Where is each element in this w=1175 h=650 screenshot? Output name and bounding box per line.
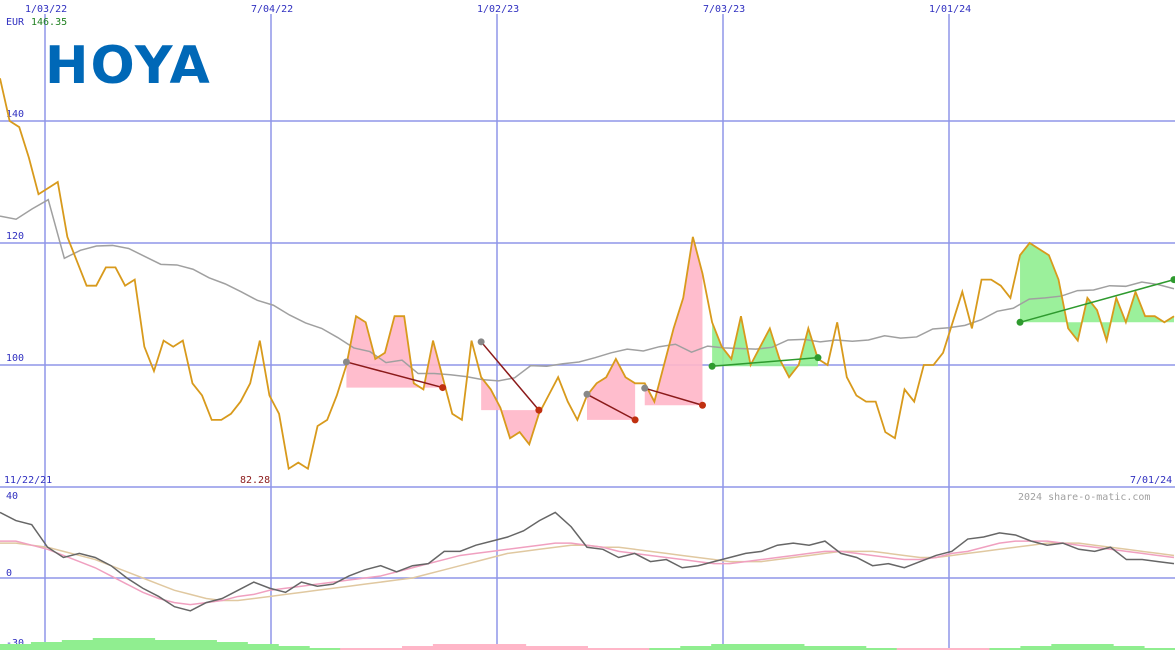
last-price-label: 146.35 (31, 17, 67, 28)
trend-fill-up (1020, 243, 1174, 341)
oscillator-line-0 (0, 511, 1175, 612)
date-tick-label: 1/01/24 (929, 4, 971, 15)
gridlines: 100120140400-301/03/22 7/04/22 1/02/23 7/03… (0, 4, 1175, 650)
copyright-label: 2024 share-o-matic.com (1018, 492, 1150, 503)
trend-end-marker (814, 354, 822, 362)
oscillator-bar (92, 638, 125, 650)
oscillator-bar (1113, 646, 1145, 650)
oscillator-bar (525, 646, 558, 650)
trend-fill-down (346, 316, 443, 390)
oscillator-bar (401, 646, 434, 650)
price-tick-label: 100 (6, 353, 24, 364)
date-tick-label: 7/03/23 (703, 4, 745, 15)
oscillator-panel (0, 511, 1175, 650)
oscillator-bar (185, 640, 217, 650)
trend-start-marker (708, 362, 716, 370)
oscillator-bar (463, 644, 496, 650)
trend-end-marker (439, 384, 447, 392)
oscillator-bar (278, 646, 310, 650)
hoya-logo: HOYA (45, 36, 212, 96)
trend-end-marker (698, 401, 706, 409)
oscillator-bar (61, 640, 94, 650)
oscillator-bar (1020, 646, 1052, 650)
date-tick-label: 1/03/22 (25, 4, 67, 15)
trend-end-marker (1170, 276, 1175, 284)
oscillator-bar (680, 646, 712, 650)
trend-fill-down (644, 236, 703, 406)
trend-fill-areas (346, 236, 1174, 445)
oscillator-bar (0, 644, 32, 650)
oscillator-bar (494, 644, 527, 650)
trend-end-marker (631, 416, 639, 424)
trend-start-marker (583, 390, 591, 398)
price-tick-label: 120 (6, 231, 24, 242)
oscillator-bar (742, 644, 774, 650)
trend-start-marker (641, 384, 649, 392)
trend-start-marker (342, 358, 350, 366)
oscillator-line-1 (0, 540, 1175, 606)
oscillator-tick-label: 40 (6, 491, 18, 502)
range-start-label: 11/22/21 (4, 475, 52, 486)
oscillator-bar (123, 638, 156, 650)
oscillator-bar (1082, 644, 1114, 650)
oscillator-bar (154, 640, 187, 650)
oscillator-bar (1051, 644, 1083, 650)
oscillator-tick-label: 0 (6, 568, 12, 579)
oscillator-bar (216, 642, 248, 650)
date-tick-label: 7/04/22 (251, 4, 293, 15)
trend-fill-up (712, 316, 818, 378)
oscillator-bar (556, 646, 588, 650)
svg-text:HOYA: HOYA (45, 36, 212, 96)
stock-chart: 100120140400-301/03/22 7/04/22 1/02/23 7/03… (0, 4, 1175, 650)
oscillator-bar (803, 646, 836, 650)
low-price-label: 82.28 (240, 475, 270, 486)
oscillator-bar (773, 644, 805, 650)
oscillator-bar (247, 644, 279, 650)
trend-end-marker (535, 406, 543, 414)
currency-label: EUR (6, 17, 25, 28)
date-tick-label: 1/02/23 (477, 4, 519, 15)
oscillator-bar (711, 644, 743, 650)
oscillator-bar (30, 642, 63, 650)
oscillator-bar (834, 646, 867, 650)
range-end-label: 7/01/24 (1130, 475, 1172, 486)
moving-average-line (0, 198, 1175, 382)
oscillator-line-2 (0, 542, 1175, 602)
trend-start-marker (1016, 318, 1024, 326)
oscillator-bar (432, 644, 465, 650)
trend-start-marker (477, 338, 485, 346)
